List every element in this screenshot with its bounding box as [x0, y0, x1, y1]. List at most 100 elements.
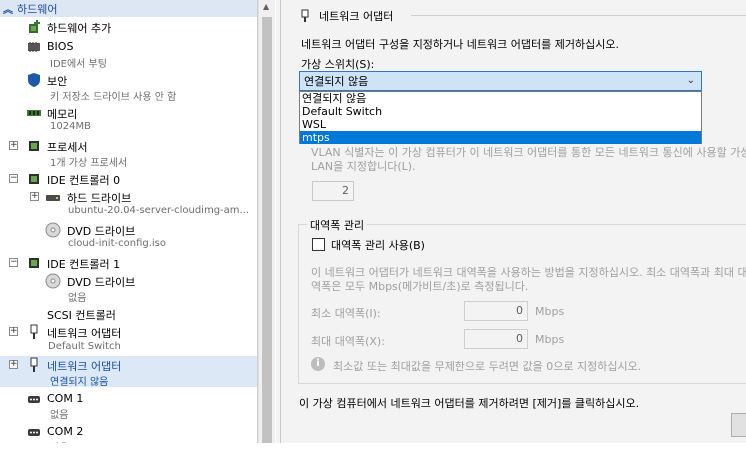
expand-icon[interactable]: +	[9, 141, 18, 150]
tree-item-add-hardware[interactable]: 하드웨어 추가	[0, 18, 257, 35]
collapse-chevron-icon[interactable]: ︽	[3, 1, 17, 16]
virtual-switch-dropdown: 연결되지 않음 Default Switch WSL mtps	[299, 91, 702, 144]
bandwidth-description: 이 네트워크 어댑터가 네트워크 대역폭을 사용하는 방법을 지정하십시오. 최…	[311, 266, 746, 293]
switch-label: 가상 스위치(S):	[301, 58, 375, 71]
tree-item-sublabel: 없음	[50, 410, 69, 421]
tree-item-security[interactable]: 보안 키 저장소 드라이브 사용 안 함	[0, 71, 257, 103]
hardware-section-header[interactable]: ︽ 하드웨어	[0, 0, 257, 17]
tree-item-label: IDE 컨트롤러 0	[47, 174, 121, 187]
tree-item-sublabel: 없음	[50, 439, 68, 443]
section-title: 네트워크 어댑터	[299, 8, 393, 24]
collapse-icon[interactable]: −	[9, 174, 18, 183]
processor-icon	[26, 138, 42, 154]
switch-option[interactable]: Default Switch	[300, 105, 701, 118]
title-divider	[411, 15, 746, 16]
switch-option[interactable]: 연결되지 않음	[300, 92, 701, 105]
expand-icon[interactable]: +	[9, 360, 18, 369]
tree-item-sublabel: 1024MB	[50, 121, 91, 132]
settings-pane: 네트워크 어댑터 네트워크 어댑터 구성을 지정하거나 네트워크 어댑터를 제거…	[276, 0, 746, 443]
network-adapter-icon	[26, 324, 42, 340]
tree-item-sublabel: cloud-init-config.iso	[68, 238, 166, 249]
tree-item-sublabel: 키 저장소 드라이브 사용 안 함	[50, 92, 177, 103]
expand-icon[interactable]: +	[30, 192, 39, 201]
tree-item-label: 하드 드라이브	[67, 192, 132, 205]
tree-item-ide-controller-0[interactable]: − IDE 컨트롤러 0	[0, 170, 257, 187]
scrollbar-thumb[interactable]	[262, 17, 272, 443]
tree-item-label: DVD 드라이브	[67, 276, 136, 289]
tree-item-label: IDE 컨트롤러 1	[47, 258, 121, 271]
tree-item-com-1[interactable]: COM 1 없음	[0, 390, 257, 421]
tree-item-label: 네트워크 어댑터	[47, 360, 122, 373]
com-port-icon	[26, 424, 42, 440]
remove-button[interactable]: 제거	[731, 413, 746, 437]
page-title: 네트워크 어댑터	[319, 10, 394, 23]
bandwidth-group-title: 대역폭 관리	[307, 217, 368, 233]
tree-item-sublabel: IDE에서 부팅	[50, 59, 107, 70]
chevron-down-icon[interactable]: ⌄	[687, 75, 695, 86]
virtual-switch-select[interactable]: 연결되지 않음 ⌄	[299, 71, 702, 91]
vlan-description: VLAN 식별자는 이 가상 컴퓨터가 이 네트워크 어댑터를 통한 모든 네트…	[311, 146, 746, 173]
hard-drive-icon	[45, 189, 61, 205]
hardware-tree: ︽ 하드웨어 하드웨어 추가 BIOS IDE에서 부팅 보안 키 저장소 드라…	[0, 0, 258, 443]
bios-chip-icon	[26, 39, 42, 55]
max-bandwidth-label: 최대 대역폭(X):	[311, 335, 385, 348]
settings-frame: 네트워크 어댑터 네트워크 어댑터 구성을 지정하거나 네트워크 어댑터를 제거…	[280, 0, 746, 443]
tree-item-com-2[interactable]: COM 2 없음	[0, 423, 257, 443]
tree-item-label: 메모리	[47, 108, 78, 121]
min-bandwidth-label: 최소 대역폭(I):	[311, 307, 381, 320]
network-adapter-icon	[26, 357, 42, 373]
remove-instruction: 이 가상 컴퓨터에서 네트워크 어댑터를 제거하려면 [제거]를 클릭하십시오.	[299, 397, 640, 410]
tree-item-label: 네트워크 어댑터	[47, 327, 122, 340]
bandwidth-enable-label[interactable]: 대역폭 관리 사용(B)	[331, 237, 425, 253]
tree-item-dvd-drive[interactable]: DVD 드라이브 cloud-init-config.iso	[0, 221, 257, 251]
tree-item-label: 프로세서	[47, 141, 88, 154]
switch-option[interactable]: WSL	[300, 118, 701, 131]
tree-item-scsi-controller[interactable]: SCSI 컨트롤러	[0, 305, 257, 322]
tree-item-hard-drive[interactable]: + 하드 드라이브 ubuntu-20.04-server-cloudimg-a…	[0, 188, 257, 218]
tree-item-label: BIOS	[47, 40, 74, 53]
com-port-icon	[26, 391, 42, 407]
tree-item-network-adapter-2[interactable]: + 네트워크 어댑터 연결되지 않음	[0, 356, 257, 388]
shield-icon	[26, 72, 42, 88]
tree-item-label: SCSI 컨트롤러	[47, 309, 116, 322]
info-text: 최소값 또는 최대값을 무제한으로 두려면 값을 0으로 지정하십시오.	[333, 360, 642, 373]
expand-icon[interactable]: +	[9, 327, 18, 336]
tree-item-label: 보안	[47, 75, 68, 88]
tree-item-dvd-drive-2[interactable]: DVD 드라이브 없음	[0, 272, 257, 304]
collapse-icon[interactable]: −	[9, 258, 18, 267]
bandwidth-enable-checkbox[interactable]	[312, 238, 325, 251]
tree-scrollbar[interactable]: ▲	[258, 0, 275, 443]
scroll-up-arrow-icon[interactable]: ▲	[263, 2, 269, 11]
tree-item-sublabel: ubuntu-20.04-server-cloudimg-am...	[68, 205, 250, 216]
tree-item-label: COM 1	[47, 392, 84, 405]
ide-controller-icon	[26, 171, 42, 187]
tree-item-sublabel: 없음	[68, 293, 87, 304]
tree-item-label: COM 2	[47, 425, 84, 438]
virtual-switch-value: 연결되지 않음	[304, 75, 369, 88]
min-bandwidth-input[interactable]: 0	[464, 301, 528, 321]
ide-controller-icon	[26, 255, 42, 271]
min-bandwidth-unit: Mbps	[535, 305, 565, 318]
network-adapter-icon	[299, 9, 311, 23]
tree-item-sublabel: Default Switch	[48, 341, 121, 352]
tree-item-sublabel: 1개 가상 프로세서	[50, 158, 128, 169]
tree-item-bios[interactable]: BIOS IDE에서 부팅	[0, 38, 257, 70]
info-icon: i	[311, 357, 325, 371]
panel-description: 네트워크 어댑터 구성을 지정하거나 네트워크 어댑터를 제거하십시오.	[301, 38, 619, 51]
memory-icon	[26, 105, 42, 121]
tree-item-processor[interactable]: + 프로세서 1개 가상 프로세서	[0, 137, 257, 169]
tree-item-label: 하드웨어 추가	[47, 22, 112, 35]
add-hardware-icon	[26, 19, 42, 35]
max-bandwidth-input[interactable]: 0	[464, 329, 528, 349]
max-bandwidth-unit: Mbps	[535, 333, 565, 346]
tree-item-memory[interactable]: 메모리 1024MB	[0, 104, 257, 134]
dvd-disc-icon	[45, 273, 61, 289]
switch-option-highlighted[interactable]: mtps	[300, 131, 701, 144]
tree-item-ide-controller-1[interactable]: − IDE 컨트롤러 1	[0, 254, 257, 271]
hardware-header-label: 하드웨어	[17, 2, 58, 16]
tree-item-label: DVD 드라이브	[67, 225, 136, 238]
tree-item-network-adapter-1[interactable]: + 네트워크 어댑터 Default Switch	[0, 323, 257, 354]
vlan-id-input[interactable]: 2	[312, 181, 354, 201]
tree-item-sublabel: 연결되지 않음	[50, 377, 109, 388]
dvd-disc-icon	[45, 222, 61, 238]
